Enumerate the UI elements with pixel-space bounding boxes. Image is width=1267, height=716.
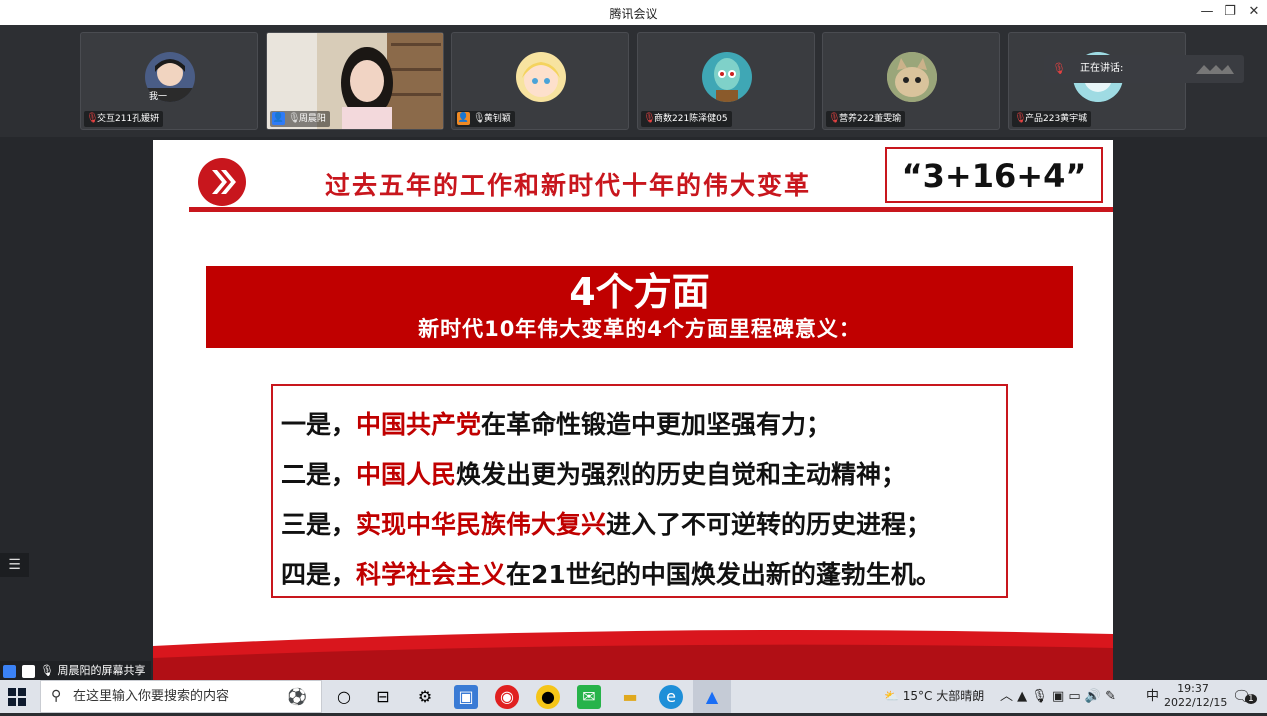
points-box: 一是，中国共产党在革命性锻造中更加坚强有力； 二是，中国人民焕发出更为强烈的历史…: [271, 384, 1008, 598]
mic-muted-icon: 🎙: [1014, 113, 1027, 124]
person-icon: 👤: [457, 112, 470, 125]
slide-title: 过去五年的工作和新时代十年的伟大变革: [325, 171, 812, 200]
participant-tile[interactable]: 我一 🎙交互211孔媛妍: [80, 32, 258, 130]
weather-icon: ⛅: [884, 689, 899, 703]
point-item: 四是，科学社会主义在21世纪的中国焕发出新的蓬勃生机。: [281, 560, 941, 589]
store-icon[interactable]: ▣: [454, 685, 478, 709]
search-highlight-icon: ⚽: [287, 687, 307, 706]
file-explorer-icon[interactable]: ▬: [618, 685, 642, 709]
settings-icon[interactable]: ⚙: [413, 685, 437, 709]
banner-heading: 4个方面: [569, 270, 710, 314]
avatar: [702, 52, 752, 102]
slide-footer-decoration: [153, 630, 1113, 680]
clock-time: 19:37: [1177, 682, 1209, 695]
participant-name: 商数221陈泽健05: [654, 114, 728, 124]
weather-widget[interactable]: ⛅ 15°C 大部晴朗: [884, 680, 984, 713]
display-icon[interactable]: ▣: [1052, 689, 1064, 704]
wechat-icon[interactable]: ✉: [577, 685, 601, 709]
window-title-bar: 腾讯会议 — ❐ ✕: [0, 0, 1267, 25]
taskbar-search-box[interactable]: ⚲ 在这里输入你要搜索的内容 ⚽: [40, 680, 322, 713]
screen-share-tag: 🎙 周晨阳的屏幕共享: [0, 661, 152, 680]
speaking-label: 正在讲话:: [1080, 63, 1124, 74]
participant-name: 周晨阳: [298, 114, 326, 124]
mic-icon[interactable]: 🎙: [1031, 689, 1048, 704]
browser-icon[interactable]: ●: [536, 685, 560, 709]
speaking-indicator: 🎙 正在讲话:: [1044, 55, 1244, 83]
avatar-overlay-text: 我一: [149, 92, 168, 102]
mic-muted-icon: 🎙: [1052, 62, 1066, 75]
tray-icons[interactable]: ︿ ▲ 🎙 ▣ ▭ 🔊 ✎: [1000, 680, 1116, 713]
point-item: 三是，实现中华民族伟大复兴进入了不可逆转的历史进程；: [281, 510, 932, 539]
participant-nametag: 👤 🎙黄钊颖: [455, 111, 515, 127]
participant-nametag: 🎙营养222董雯瑜: [826, 111, 906, 127]
ime-indicator[interactable]: 中: [1146, 680, 1159, 713]
shared-slide: 过去五年的工作和新时代十年的伟大变革 “3+16+4” 4个方面 新时代10年伟…: [153, 140, 1113, 680]
mic-muted-icon: 🎙: [828, 113, 841, 124]
battery-icon[interactable]: ▭: [1068, 689, 1080, 704]
edge-icon[interactable]: e: [659, 685, 683, 709]
tencent-meeting-icon[interactable]: ▲: [693, 680, 731, 713]
clock[interactable]: 19:37 2022/12/15: [1164, 682, 1228, 710]
participant-tile[interactable]: 👤 🎙黄钊颖: [451, 32, 629, 130]
windows-start-icon[interactable]: [8, 688, 26, 706]
cortana-icon[interactable]: ○: [332, 685, 356, 709]
minimize-icon[interactable]: —: [1195, 2, 1219, 22]
volume-icon[interactable]: 🔊: [1085, 689, 1101, 704]
search-icon: ⚲: [51, 688, 62, 704]
participant-nametag: 🎙交互211孔媛妍: [84, 111, 164, 127]
title-divider: [189, 207, 1113, 212]
person-icon: 👤: [272, 112, 285, 125]
participant-name: 产品223黄宇城: [1025, 114, 1088, 124]
point-item: 一是，中国共产党在革命性锻造中更加坚强有力；: [281, 410, 832, 439]
person-icon: [3, 664, 16, 678]
participant-nametag: 👤 🎙周晨阳: [270, 111, 330, 127]
avatar: [516, 52, 566, 102]
mic-muted-icon: 🎙: [86, 113, 99, 124]
participant-name: 交互211孔媛妍: [97, 114, 160, 124]
participant-tile[interactable]: 🎙商数221陈泽健05: [637, 32, 815, 130]
double-chevron-icon: [198, 158, 246, 206]
screen-icon: [21, 664, 35, 678]
share-tag-label: 周晨阳的屏幕共享: [57, 664, 146, 677]
mic-muted-icon: 🎙: [643, 113, 656, 124]
point-item: 二是，中国人民焕发出更为强烈的历史自觉和主动精神；: [281, 460, 907, 489]
task-view-icon[interactable]: ⊟: [371, 685, 395, 709]
close-icon[interactable]: ✕: [1242, 2, 1266, 22]
restore-icon[interactable]: ❐: [1218, 2, 1242, 22]
member-list-icon[interactable]: ☰: [0, 553, 29, 577]
avatar: [887, 52, 937, 102]
netease-music-icon[interactable]: ◉: [495, 685, 519, 709]
notification-count: 1: [1245, 694, 1257, 704]
slide-formula: “3+16+4”: [885, 147, 1103, 203]
window-title: 腾讯会议: [609, 7, 658, 21]
participant-name: 黄钊颖: [483, 114, 511, 124]
participant-tile[interactable]: 👤 🎙周晨阳: [266, 32, 444, 130]
mic-icon: 🎙: [287, 113, 301, 124]
meeting-tray-icon[interactable]: ▲: [1017, 689, 1027, 704]
participant-nametag: 🎙产品223黄宇城: [1012, 111, 1092, 127]
mic-icon: 🎙: [472, 113, 486, 124]
meeting-logo-icon: [1196, 65, 1234, 74]
notification-icon[interactable]: 🗨1: [1232, 680, 1257, 713]
participant-name: 营养222董雯瑜: [839, 114, 902, 124]
weather-text: 15°C 大部晴朗: [902, 689, 985, 703]
slide-banner: 4个方面 新时代10年伟大变革的4个方面里程碑意义：: [206, 266, 1073, 348]
pen-icon[interactable]: ✎: [1105, 689, 1116, 704]
participant-tile[interactable]: 🎙营养222董雯瑜: [822, 32, 1000, 130]
windows-taskbar: ⚲ 在这里输入你要搜索的内容 ⚽ ○ ⊟ ⚙ ▣ ◉ ● ✉ ▬ e ▲ ⛅ 1…: [0, 680, 1267, 713]
search-placeholder: 在这里输入你要搜索的内容: [73, 689, 230, 704]
chevron-up-icon[interactable]: ︿: [1000, 689, 1013, 704]
participant-nametag: 🎙商数221陈泽健05: [641, 111, 732, 127]
mic-icon: 🎙: [40, 664, 54, 677]
clock-date: 2022/12/15: [1164, 696, 1228, 709]
banner-subheading: 新时代10年伟大变革的4个方面里程碑意义：: [418, 317, 861, 341]
